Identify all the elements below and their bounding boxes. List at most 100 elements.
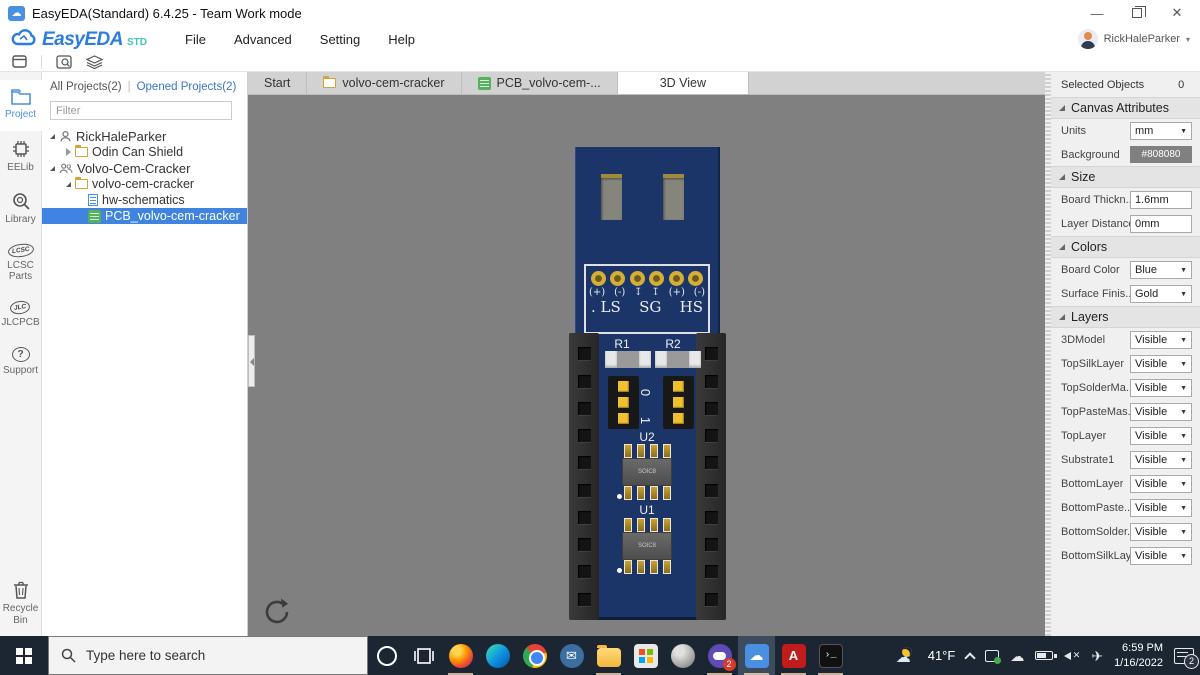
opened-projects-tab[interactable]: Opened Projects(2) bbox=[137, 81, 237, 93]
globe-icon bbox=[671, 644, 695, 668]
restore-button[interactable] bbox=[1122, 6, 1152, 21]
sidebar-item-project[interactable]: Project bbox=[0, 80, 42, 131]
menu-advanced[interactable]: Advanced bbox=[220, 32, 306, 47]
sidebar-item-lcsc-parts[interactable]: LCSC LCSC Parts bbox=[0, 236, 42, 293]
layer-visibility-select[interactable]: Visible▼ bbox=[1130, 523, 1192, 541]
taskbar-game-bar[interactable]: 2 bbox=[701, 636, 738, 675]
weather-widget[interactable]: ☁ 41°F bbox=[896, 647, 956, 665]
layer-visibility-select[interactable]: Visible▼ bbox=[1130, 427, 1192, 445]
layers-icon[interactable] bbox=[86, 55, 103, 69]
layer-visibility-select[interactable]: Visible▼ bbox=[1130, 451, 1192, 469]
easyeda-logo[interactable]: EasyEDA STD bbox=[10, 27, 147, 51]
action-center-icon[interactable]: 2 bbox=[1174, 648, 1194, 664]
layer-visibility-select[interactable]: Visible▼ bbox=[1130, 379, 1192, 397]
section-colors[interactable]: Colors bbox=[1051, 236, 1200, 258]
cortana-button[interactable] bbox=[368, 636, 405, 675]
tab-pcb[interactable]: PCB_volvo-cem-... bbox=[462, 72, 618, 94]
layer-visibility-select[interactable]: Visible▼ bbox=[1130, 403, 1192, 421]
caret-expanded-icon[interactable] bbox=[66, 182, 71, 187]
clock-time: 6:59 PM bbox=[1114, 641, 1163, 656]
tree-item-folder[interactable]: Odin Can Shield bbox=[42, 144, 247, 160]
taskbar-terminal[interactable]: ›_ bbox=[812, 636, 849, 675]
tree-label: Odin Can Shield bbox=[92, 145, 183, 159]
taskbar-edge[interactable] bbox=[479, 636, 516, 675]
pcb-silkscreen-box: (+)(-)↧↧(+)(-) . LSSGHS bbox=[584, 264, 710, 334]
layer-visibility-select[interactable]: Visible▼ bbox=[1130, 475, 1192, 493]
taskbar-file-explorer[interactable] bbox=[590, 636, 627, 675]
pin-group-labels: . LSSGHS bbox=[591, 298, 703, 316]
user-menu[interactable]: RickHaleParker ▾ bbox=[1078, 29, 1190, 49]
taskbar-clock[interactable]: 6:59 PM 1/16/2022 bbox=[1114, 641, 1163, 671]
tray-expand-chevron-icon[interactable] bbox=[965, 652, 976, 663]
sidebar-item-jlcpcb[interactable]: JLC JLCPCB bbox=[0, 293, 42, 339]
battery-icon[interactable] bbox=[1035, 651, 1053, 660]
layer-name: BottomPaste... bbox=[1061, 502, 1130, 514]
chip-u1: SOIC8 bbox=[622, 518, 672, 574]
caret-expanded-icon[interactable] bbox=[50, 166, 55, 171]
all-projects-tab[interactable]: All Projects(2) bbox=[50, 81, 122, 93]
tab-start[interactable]: Start bbox=[248, 72, 307, 94]
project-tree: RickHaleParker Odin Can Shield Volvo-Cem… bbox=[42, 128, 247, 224]
taskbar-globe-app[interactable] bbox=[664, 636, 701, 675]
layer-distance-input[interactable] bbox=[1130, 215, 1192, 233]
start-button[interactable] bbox=[0, 636, 48, 675]
tree-item-user[interactable]: RickHaleParker bbox=[42, 128, 247, 144]
tab-3d-view[interactable]: 3D View bbox=[618, 72, 749, 94]
pcb-3d-model[interactable]: (+)(-)↧↧(+)(-) . LSSGHS R1 R2 bbox=[575, 147, 720, 620]
caret-expanded-icon[interactable] bbox=[50, 134, 55, 139]
taskbar-firefox[interactable] bbox=[442, 636, 479, 675]
section-size[interactable]: Size bbox=[1051, 166, 1200, 188]
background-color-swatch[interactable]: #808080 bbox=[1130, 146, 1192, 163]
tree-item-schematic[interactable]: hw-schematics bbox=[42, 192, 247, 208]
tree-item-project-folder[interactable]: volvo-cem-cracker bbox=[42, 176, 247, 192]
units-select[interactable]: mm ▼ bbox=[1130, 122, 1192, 140]
sidebar-item-recycle-bin[interactable]: Recycle Bin bbox=[0, 572, 42, 636]
tray-app-icon[interactable] bbox=[985, 650, 999, 662]
mail-icon: ✉ bbox=[560, 644, 584, 668]
3d-view-canvas[interactable]: (+)(-)↧↧(+)(-) . LSSGHS R1 R2 bbox=[248, 95, 1045, 636]
section-layers[interactable]: Layers bbox=[1051, 306, 1200, 328]
airplane-mode-icon[interactable]: ✈ bbox=[1091, 649, 1103, 663]
taskbar-mail[interactable]: ✉ bbox=[553, 636, 590, 675]
layer-visibility-select[interactable]: Visible▼ bbox=[1130, 331, 1192, 349]
minimize-button[interactable]: — bbox=[1082, 6, 1112, 21]
menubar: EasyEDA STD File Advanced Setting Help R… bbox=[0, 26, 1200, 52]
volume-muted-icon[interactable]: ✕ bbox=[1064, 649, 1080, 663]
caret-collapsed-icon[interactable] bbox=[66, 148, 71, 156]
board-thickness-input[interactable] bbox=[1130, 191, 1192, 209]
toolbar bbox=[0, 52, 1200, 72]
taskbar-store[interactable] bbox=[627, 636, 664, 675]
pcb-slot-cutout bbox=[601, 174, 622, 220]
layer-name: Substrate1 bbox=[1061, 454, 1114, 466]
taskbar-acrobat[interactable]: A bbox=[775, 636, 812, 675]
new-tab-icon[interactable] bbox=[12, 55, 27, 68]
task-view-button[interactable] bbox=[405, 636, 442, 675]
panel-resize-handle[interactable] bbox=[1045, 72, 1051, 636]
sidebar-item-library[interactable]: Library bbox=[0, 183, 42, 236]
taskbar-search[interactable]: Type here to search bbox=[48, 636, 368, 675]
close-button[interactable]: ✕ bbox=[1162, 5, 1192, 21]
project-folder-icon bbox=[10, 88, 32, 106]
menu-help[interactable]: Help bbox=[374, 32, 429, 47]
rotate-view-icon[interactable] bbox=[260, 595, 294, 629]
layer-name: TopSolderMa... bbox=[1061, 382, 1130, 394]
board-color-select[interactable]: Blue ▼ bbox=[1130, 261, 1192, 279]
surface-finish-select[interactable]: Gold ▼ bbox=[1130, 285, 1192, 303]
layer-visibility-select[interactable]: Visible▼ bbox=[1130, 547, 1192, 565]
export-image-icon[interactable] bbox=[56, 55, 72, 69]
sidebar-item-eelib[interactable]: EELib bbox=[0, 131, 42, 184]
sidebar-item-support[interactable]: ? Support bbox=[0, 339, 42, 387]
layer-visibility-select[interactable]: Visible▼ bbox=[1130, 355, 1192, 373]
panel-collapse-handle[interactable] bbox=[248, 335, 255, 387]
taskbar-easyeda[interactable]: ☁ bbox=[738, 636, 775, 675]
menu-setting[interactable]: Setting bbox=[306, 32, 374, 47]
menu-file[interactable]: File bbox=[171, 32, 220, 47]
filter-input[interactable] bbox=[50, 101, 232, 120]
tree-item-pcb-selected[interactable]: PCB_volvo-cem-cracker bbox=[42, 208, 247, 224]
tree-item-team[interactable]: Volvo-Cem-Cracker bbox=[42, 160, 247, 176]
section-canvas-attributes[interactable]: Canvas Attributes bbox=[1051, 97, 1200, 119]
tab-project[interactable]: volvo-cem-cracker bbox=[307, 72, 461, 94]
onedrive-icon[interactable]: ☁ bbox=[1010, 649, 1024, 663]
layer-visibility-select[interactable]: Visible▼ bbox=[1130, 499, 1192, 517]
taskbar-chrome[interactable] bbox=[516, 636, 553, 675]
